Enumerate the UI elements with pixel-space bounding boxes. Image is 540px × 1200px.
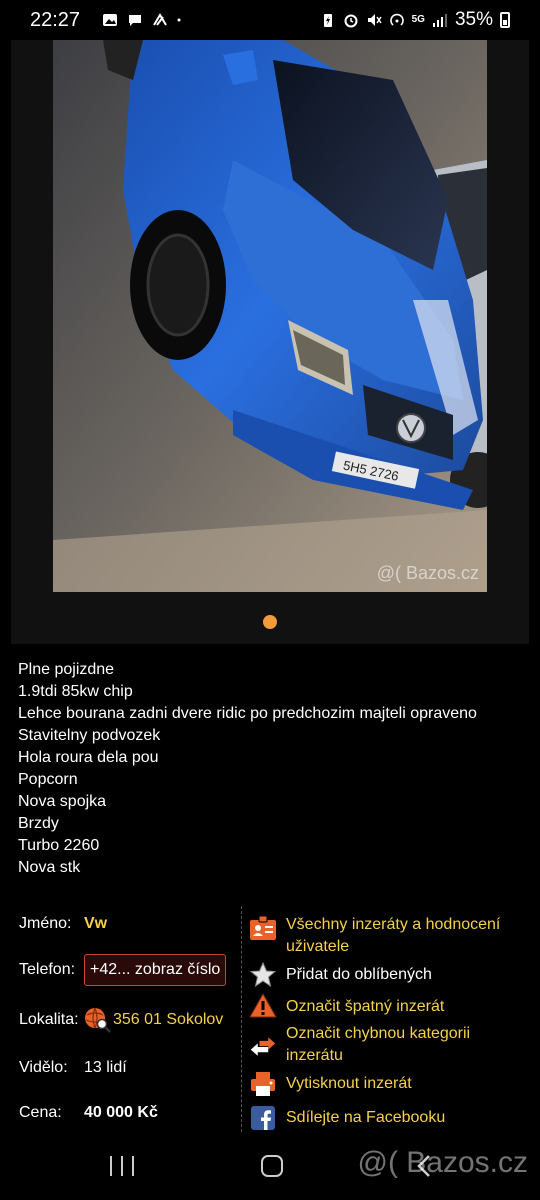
views-row: Vidělo: 13 lidí: [19, 1059, 127, 1077]
report-category-link[interactable]: Označit chybnou kategorii inzerátu: [286, 1023, 529, 1067]
bazos-watermark: @( Bazos.cz: [357, 1146, 529, 1179]
map-search-icon[interactable]: [83, 1007, 111, 1033]
report-category-action[interactable]: Označit chybnou kategorii inzerátu: [249, 1023, 529, 1067]
listing-details: Jméno: Vw Telefon: +42... zobraz číslo L…: [0, 900, 540, 1132]
alarm-icon: [344, 14, 358, 28]
description-line: Brzdy: [18, 815, 59, 832]
listing-description: Plne pojizdne 1.9tdi 85kw chip Lehce bou…: [18, 659, 528, 879]
photo-gallery[interactable]: 5H5 2726 @( Bazos.cz: [11, 40, 529, 644]
price-value: 40 000 Kč: [84, 1104, 158, 1121]
mute-icon: [367, 14, 382, 26]
phone-label: Telefon:: [19, 961, 76, 978]
battery-percent: 35%: [454, 9, 493, 30]
description-line: Stavitelny podvozek: [18, 727, 161, 744]
description-line: 1.9tdi 85kw chip: [18, 683, 133, 700]
chat-notification-icon: [129, 15, 142, 26]
description-line: Hola roura dela pou: [18, 749, 159, 766]
listing-photo[interactable]: 5H5 2726 @( Bazos.cz: [53, 40, 487, 592]
status-bar: 22:27 5G 35%: [0, 0, 540, 40]
location-label: Lokalita:: [19, 1011, 79, 1028]
print-action[interactable]: Vytisknout inzerát: [249, 1070, 529, 1098]
price-label: Cena:: [19, 1104, 62, 1121]
printer-icon: [249, 1070, 277, 1098]
seller-name[interactable]: Vw: [84, 915, 107, 933]
print-link[interactable]: Vytisknout inzerát: [286, 1073, 412, 1095]
home-button[interactable]: [261, 1155, 283, 1177]
description-line: Popcorn: [18, 771, 78, 788]
price-row: Cena: 40 000 Kč: [19, 1104, 158, 1122]
battery-icon: [500, 12, 510, 28]
network-type: 5G: [411, 14, 425, 25]
gallery-notification-icon: [103, 14, 118, 26]
swap-arrows-icon: [249, 1033, 277, 1061]
facebook-icon: [249, 1104, 277, 1132]
favorite-action[interactable]: Přidat do oblíbených: [249, 961, 529, 989]
battery-saver-icon: [323, 14, 332, 27]
more-notifications-icon: [177, 18, 181, 22]
description-line: Nova spojka: [18, 793, 107, 810]
description-line: Turbo 2260: [18, 837, 100, 854]
app-notification-icon: [153, 13, 167, 26]
status-time: 22:27: [30, 8, 81, 31]
all-ads-action[interactable]: Všechny inzeráty a hodnocení uživatele: [249, 914, 529, 958]
facebook-action[interactable]: Sdílejte na Facebooku: [249, 1104, 529, 1132]
warning-icon: [249, 992, 277, 1020]
favorite-link[interactable]: Přidat do oblíbených: [286, 964, 432, 986]
name-row: Jméno: Vw: [19, 915, 107, 933]
report-bad-action[interactable]: Označit špatný inzerát: [249, 992, 529, 1020]
user-card-icon: [249, 914, 277, 942]
location-link[interactable]: 356 01 Sokolov: [113, 1011, 223, 1029]
system-navigation-bar: @( Bazos.cz: [0, 1132, 540, 1200]
location-row: Lokalita: 356 01 Sokolov: [19, 1007, 223, 1033]
report-bad-link[interactable]: Označit špatný inzerát: [286, 996, 444, 1018]
views-label: Vidělo:: [19, 1059, 68, 1076]
star-icon: [249, 961, 277, 989]
views-count: 13 lidí: [84, 1059, 127, 1076]
description-line: Plne pojizdne: [18, 661, 115, 678]
photo-watermark: @( Bazos.cz: [376, 563, 479, 583]
description-line: Nova stk: [18, 859, 81, 876]
phone-row: Telefon: +42... zobraz číslo: [19, 954, 227, 986]
name-label: Jméno:: [19, 915, 72, 932]
hotspot-icon: [389, 13, 404, 26]
gallery-indicator-dot[interactable]: [263, 615, 277, 629]
description-line: Lehce bourana zadni dvere ridic po predc…: [18, 705, 477, 722]
all-ads-link[interactable]: Všechny inzeráty a hodnocení uživatele: [286, 914, 529, 958]
show-phone-button[interactable]: +42... zobraz číslo: [84, 954, 227, 986]
recent-apps-button[interactable]: [110, 1156, 134, 1176]
car-photo-illustration: 5H5 2726: [53, 40, 487, 592]
column-divider: [241, 906, 242, 1132]
facebook-share-link[interactable]: Sdílejte na Facebooku: [286, 1107, 445, 1129]
signal-icon: [432, 14, 447, 27]
